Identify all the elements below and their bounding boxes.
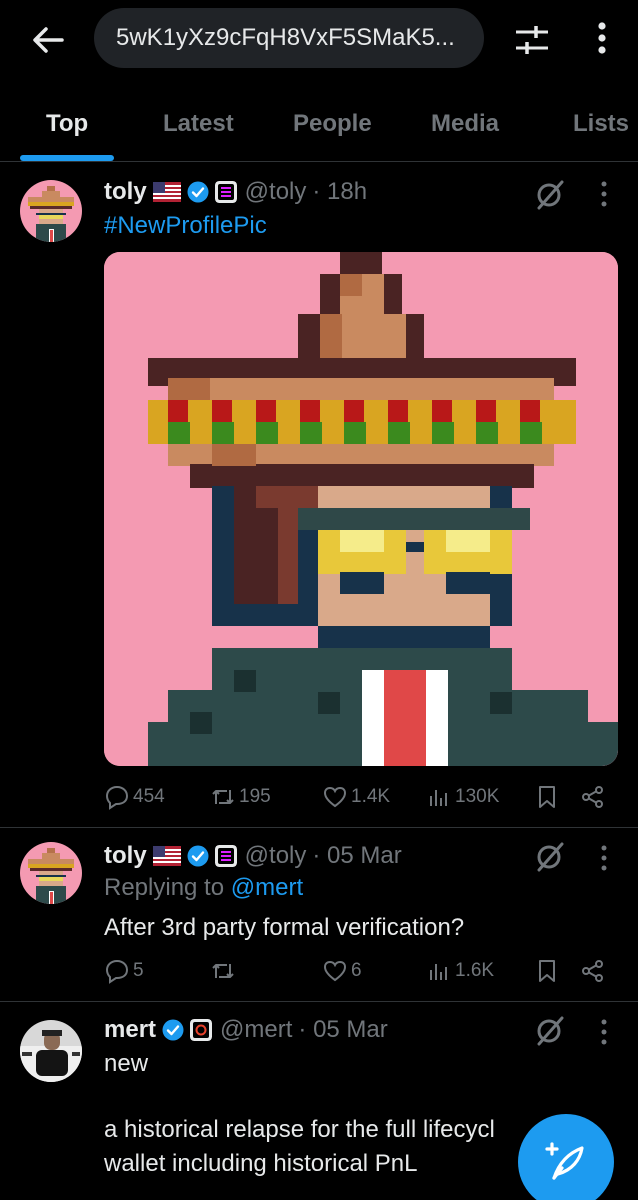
bookmark-button[interactable] bbox=[534, 784, 563, 810]
bookmark-icon bbox=[539, 960, 555, 982]
timestamp[interactable]: · 18h bbox=[312, 178, 367, 206]
post-actions: 5 6 1.6K bbox=[104, 958, 614, 988]
search-query: 5wK1yXz9cFqH8VxF5SMaK5... bbox=[116, 24, 455, 51]
display-name[interactable]: mert bbox=[104, 1016, 156, 1044]
share-button[interactable] bbox=[580, 784, 609, 810]
avatar[interactable] bbox=[20, 1020, 82, 1082]
post-image[interactable] bbox=[104, 252, 618, 766]
post-text-line-2: wallet including historical PnL bbox=[104, 1150, 418, 1177]
share-icon bbox=[582, 786, 603, 808]
us-flag-icon bbox=[152, 182, 181, 202]
post-header: toly @toly · 18h bbox=[104, 178, 367, 206]
verified-badge-icon bbox=[187, 181, 209, 203]
post-text-line-1: a historical relapse for the full lifecy… bbox=[104, 1116, 495, 1143]
tab-lists[interactable]: Lists bbox=[573, 110, 629, 138]
replying-to-link[interactable]: @mert bbox=[231, 874, 303, 901]
filter-icon[interactable] bbox=[512, 20, 552, 60]
active-tab-indicator bbox=[20, 155, 114, 161]
views-icon bbox=[430, 964, 447, 980]
repost-count: 195 bbox=[239, 786, 271, 807]
replying-prefix: Replying to bbox=[104, 874, 225, 901]
post-menu-icon[interactable] bbox=[596, 842, 612, 874]
display-name[interactable]: toly bbox=[104, 178, 147, 206]
repost-button[interactable] bbox=[210, 958, 239, 984]
post-menu-icon[interactable] bbox=[596, 178, 612, 210]
reply-button[interactable]: 5 bbox=[104, 958, 144, 984]
repost-button[interactable]: 195 bbox=[210, 784, 271, 810]
reply-icon bbox=[105, 785, 129, 810]
affiliate-badge-icon bbox=[190, 1019, 213, 1041]
timestamp[interactable]: · 05 Mar bbox=[298, 1016, 387, 1044]
reply-count: 454 bbox=[133, 786, 165, 807]
views-button[interactable]: 1.6K bbox=[426, 958, 494, 984]
avatar[interactable] bbox=[20, 180, 82, 242]
post-actions: 454 195 1.4K 130K bbox=[104, 784, 614, 814]
replying-to: Replying to @mert bbox=[104, 872, 303, 904]
heart-icon bbox=[323, 786, 347, 808]
like-count: 1.4K bbox=[351, 786, 391, 807]
reply-count: 5 bbox=[133, 960, 144, 981]
repost-icon bbox=[212, 964, 234, 978]
post-menu-icon[interactable] bbox=[596, 1016, 612, 1048]
grok-icon[interactable] bbox=[534, 178, 566, 210]
reply-icon bbox=[105, 959, 129, 984]
affiliate-badge-icon bbox=[214, 181, 237, 203]
post-header: toly @toly · 05 Mar bbox=[104, 842, 402, 870]
reply-button[interactable]: 454 bbox=[104, 784, 165, 810]
more-options-icon[interactable] bbox=[588, 18, 616, 58]
views-button[interactable]: 130K bbox=[426, 784, 499, 810]
post-header: mert @mert · 05 Mar bbox=[104, 1016, 388, 1044]
views-icon bbox=[430, 790, 447, 806]
repost-icon bbox=[212, 790, 234, 804]
tab-latest[interactable]: Latest bbox=[163, 110, 234, 138]
verified-badge-icon bbox=[162, 1019, 184, 1041]
handle[interactable]: @toly bbox=[245, 178, 307, 206]
share-icon bbox=[582, 960, 603, 982]
handle[interactable]: @mert bbox=[220, 1016, 292, 1044]
hashtag-link[interactable]: #NewProfilePic bbox=[104, 210, 267, 242]
grok-icon[interactable] bbox=[534, 1014, 566, 1046]
like-count: 6 bbox=[351, 960, 362, 981]
top-bar: 5wK1yXz9cFqH8VxF5SMaK5... bbox=[0, 0, 638, 80]
avatar[interactable] bbox=[20, 842, 82, 904]
post-text: After 3rd party formal verification? bbox=[104, 914, 465, 941]
share-button[interactable] bbox=[580, 958, 609, 984]
tab-top[interactable]: Top bbox=[46, 110, 88, 138]
post-text-line: a historical relapse for the full lifecy… bbox=[104, 1114, 569, 1146]
affiliate-badge-icon bbox=[214, 845, 237, 867]
post[interactable]: toly @toly · 05 Mar Replying to @mert Af… bbox=[0, 828, 638, 1002]
tab-people[interactable]: People bbox=[293, 110, 372, 138]
post[interactable]: toly @toly · 18h #NewProfilePic 454 195 … bbox=[0, 164, 638, 828]
compose-button[interactable] bbox=[518, 1114, 614, 1200]
compose-feather-icon bbox=[545, 1142, 584, 1180]
us-flag-icon bbox=[152, 846, 181, 866]
tab-media[interactable]: Media bbox=[431, 110, 499, 138]
search-tabs: Top Latest People Media Lists bbox=[0, 96, 638, 162]
bookmark-icon bbox=[539, 786, 555, 808]
view-count: 130K bbox=[455, 786, 500, 807]
bookmark-button[interactable] bbox=[534, 958, 563, 984]
like-button[interactable]: 1.4K bbox=[322, 784, 390, 810]
view-count: 1.6K bbox=[455, 960, 495, 981]
post-text: new bbox=[104, 1050, 149, 1077]
display-name[interactable]: toly bbox=[104, 842, 147, 870]
like-button[interactable]: 6 bbox=[322, 958, 362, 984]
search-input[interactable]: 5wK1yXz9cFqH8VxF5SMaK5... bbox=[94, 8, 484, 68]
back-arrow-icon[interactable] bbox=[28, 20, 68, 60]
verified-badge-icon bbox=[187, 845, 209, 867]
grok-icon[interactable] bbox=[534, 840, 566, 872]
handle[interactable]: @toly bbox=[245, 842, 307, 870]
heart-icon bbox=[323, 960, 347, 982]
timestamp[interactable]: · 05 Mar bbox=[312, 842, 401, 870]
